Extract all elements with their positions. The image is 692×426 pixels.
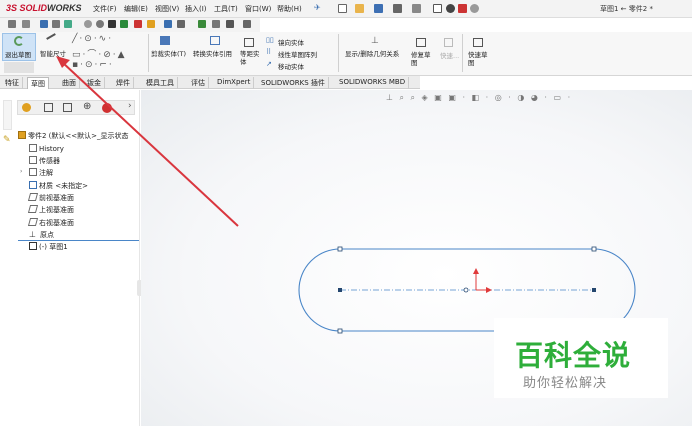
tutorial-arrow — [61, 61, 239, 227]
sketch-point — [337, 328, 343, 334]
watermark-subtitle: 助你轻松解决 — [523, 376, 608, 391]
origin-x-arrow — [486, 287, 492, 293]
sketch-point — [591, 246, 597, 252]
origin-y-arrow — [473, 268, 479, 274]
slot-midpoint — [463, 287, 469, 293]
sketch-point — [337, 246, 343, 252]
watermark-title: 百科全说 — [515, 339, 632, 372]
sketch-point — [338, 288, 342, 292]
sketch-point — [592, 288, 596, 292]
